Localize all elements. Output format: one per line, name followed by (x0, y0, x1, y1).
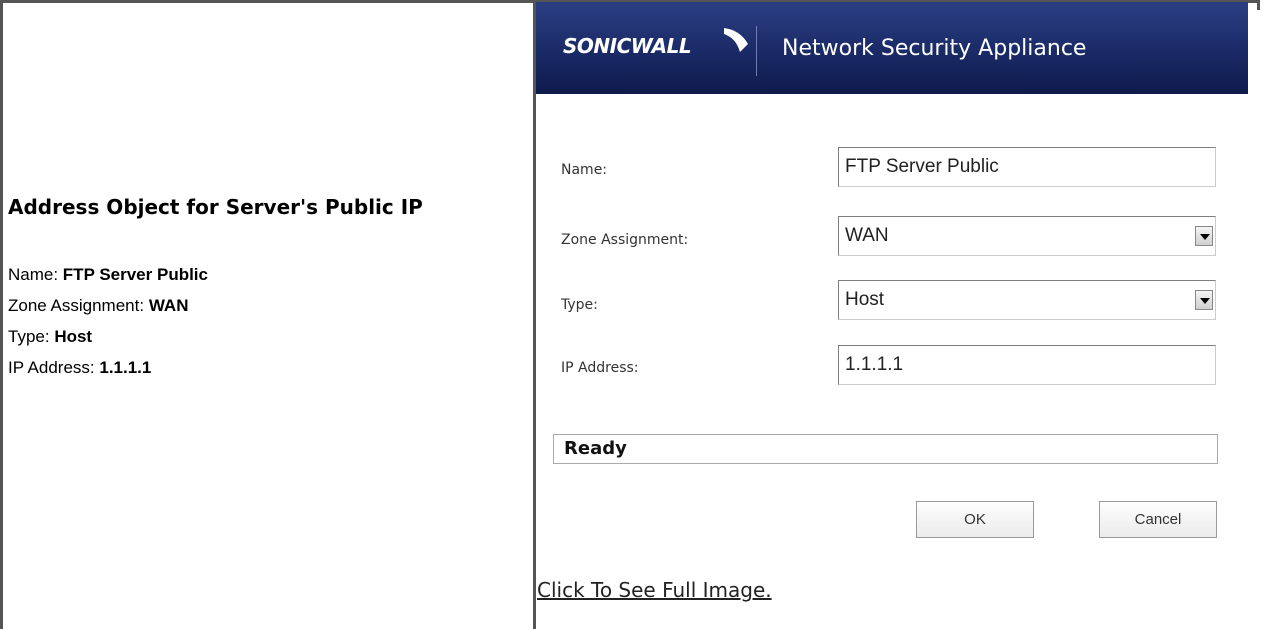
ip-address-input[interactable]: 1.1.1.1 (838, 345, 1216, 385)
description-row-type: Type: Host (8, 327, 93, 346)
chevron-down-icon[interactable] (1195, 290, 1213, 310)
name-input[interactable]: FTP Server Public (838, 147, 1216, 187)
status-bar: Ready (553, 434, 1218, 464)
description-row-ip: IP Address: 1.1.1.1 (8, 358, 152, 377)
full-image-link[interactable]: Click To See Full Image. (537, 578, 772, 602)
description-row-zone: Zone Assignment: WAN (8, 296, 189, 315)
ok-button[interactable]: OK (916, 501, 1034, 538)
logo-swoosh-icon (724, 28, 748, 52)
address-object-dialog: SONICWALL Network Security Appliance Nam… (536, 2, 1248, 562)
description-row-name: Name: FTP Server Public (8, 265, 208, 284)
app-title: Network Security Appliance (782, 36, 1087, 61)
frame-right-border (1257, 0, 1260, 10)
type-select[interactable]: Host (838, 280, 1216, 320)
zone-assignment-select[interactable]: WAN (838, 216, 1216, 256)
type-label: Type: (561, 297, 598, 313)
zone-assignment-value: WAN (845, 225, 889, 246)
chevron-down-icon[interactable] (1195, 226, 1213, 246)
frame-left-border (0, 0, 3, 629)
name-label: Name: (561, 162, 608, 178)
cancel-button[interactable]: Cancel (1099, 501, 1217, 538)
type-value: Host (845, 289, 885, 310)
description-panel: Address Object for Server's Public IP Na… (8, 195, 528, 389)
ip-address-label: IP Address: (561, 360, 639, 376)
banner-separator (756, 26, 757, 76)
sonicwall-logo: SONICWALL (563, 34, 692, 58)
description-heading: Address Object for Server's Public IP (8, 195, 423, 219)
zone-assignment-label: Zone Assignment: (561, 232, 689, 248)
app-banner: SONICWALL Network Security Appliance (536, 2, 1248, 94)
